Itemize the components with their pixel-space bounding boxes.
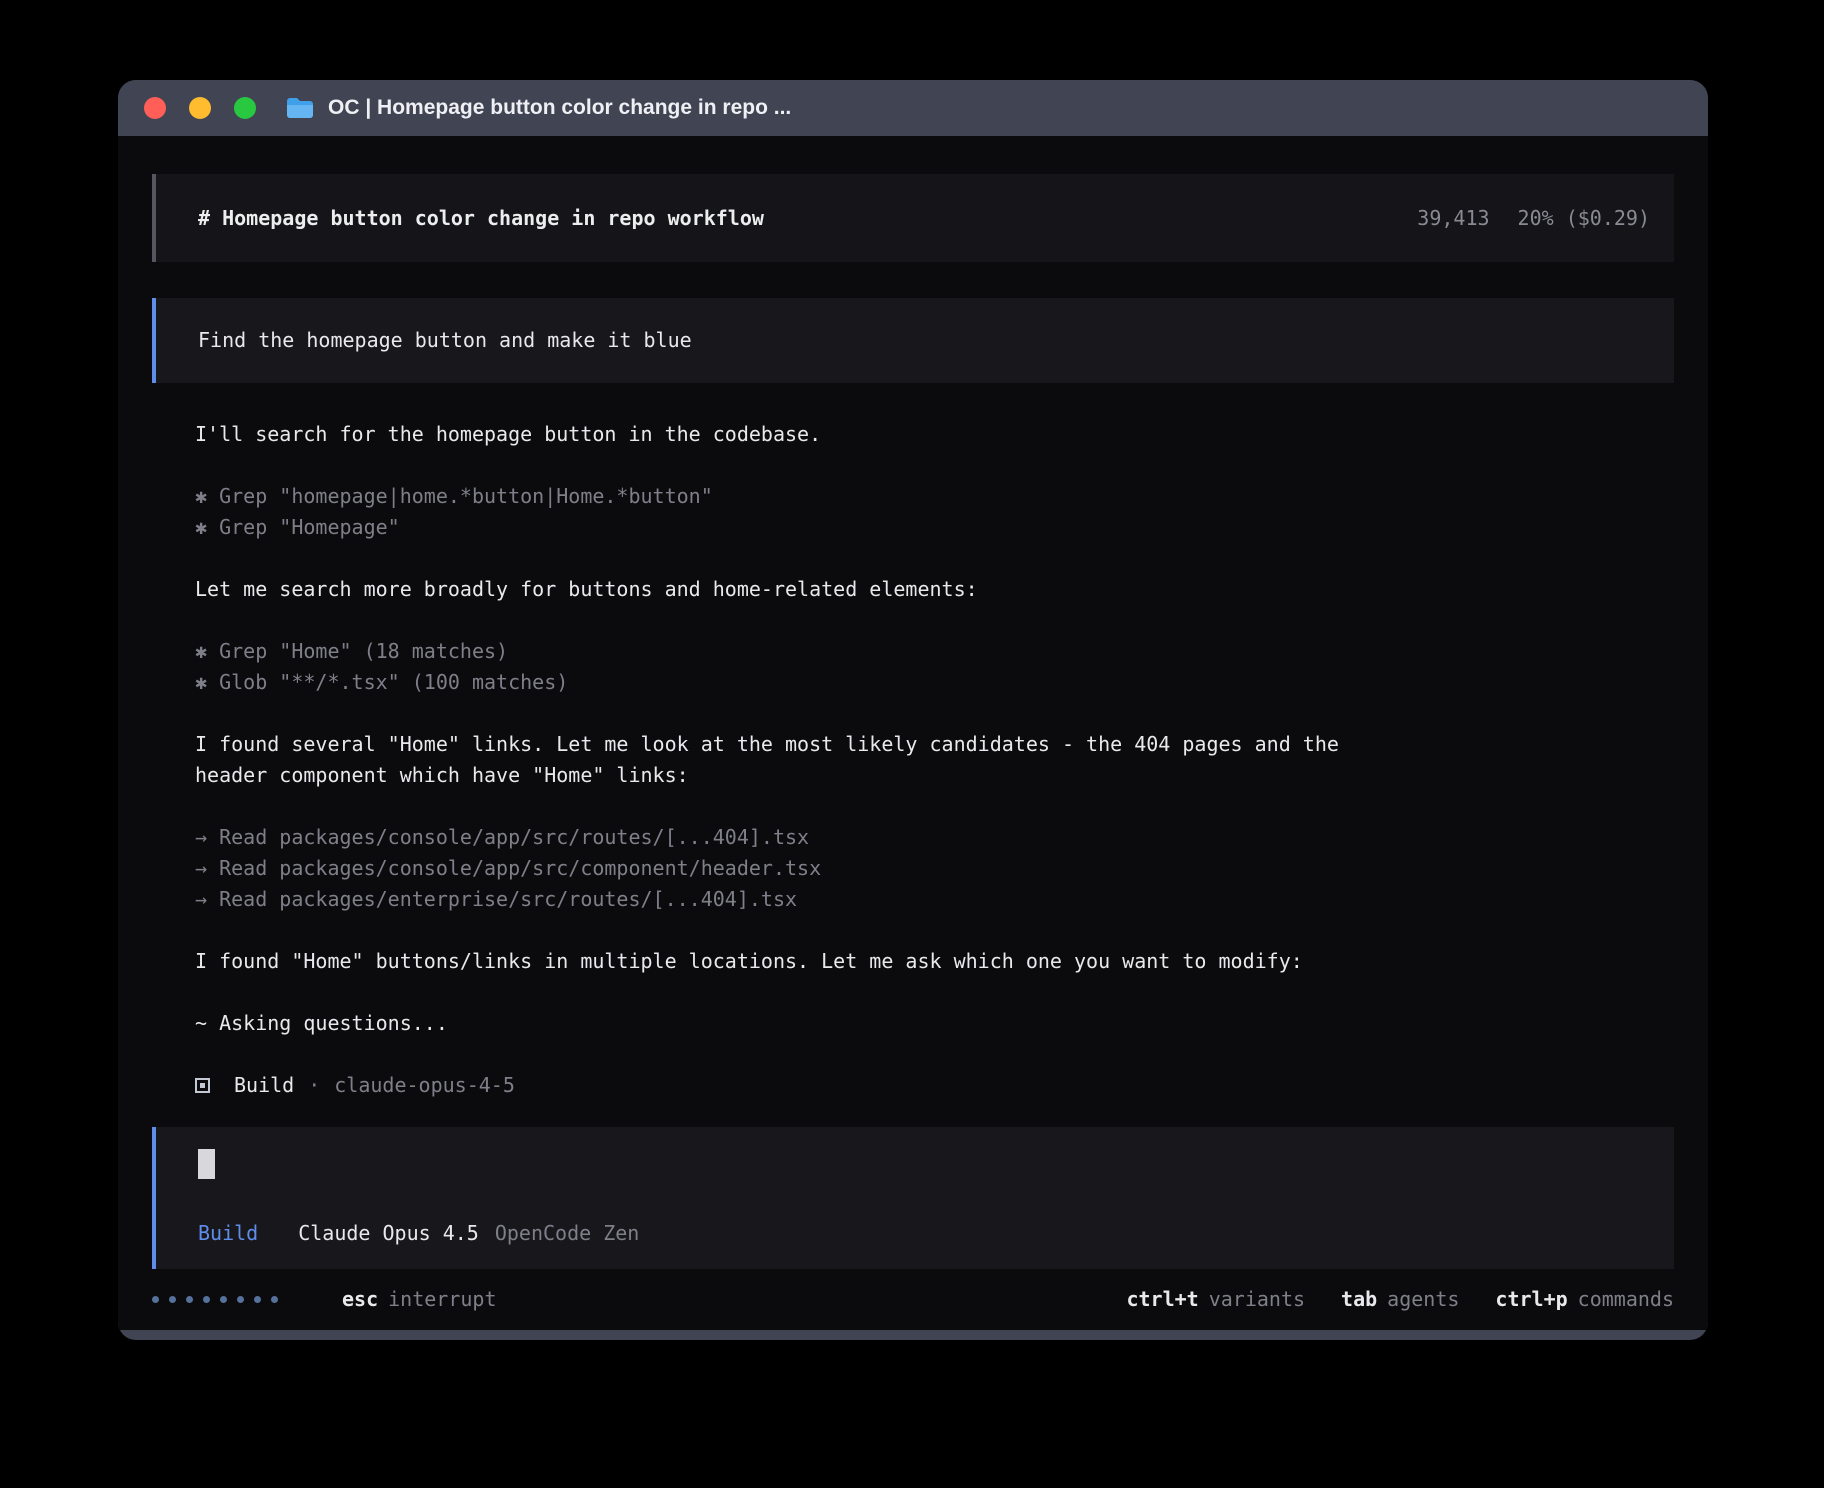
spinner-dot — [254, 1296, 261, 1303]
transcript-line: I found several "Home" links. Let me loo… — [195, 729, 1674, 760]
tool-call-group: → Read packages/console/app/src/routes/[… — [195, 822, 1674, 915]
transcript-line: Let me search more broadly for buttons a… — [195, 574, 1674, 605]
user-message-text: Find the homepage button and make it blu… — [198, 325, 692, 356]
tool-call-group: ✱ Grep "Home" (18 matches) ✱ Glob "**/*.… — [195, 636, 1674, 698]
status-bar: esc interrupt ctrl+t variants tab agents… — [152, 1269, 1674, 1330]
folder-icon — [286, 97, 314, 119]
user-message: Find the homepage button and make it blu… — [152, 298, 1674, 383]
agent-status-line: Build · claude-opus-4-5 — [152, 1070, 1674, 1101]
shortcut-commands: ctrl+p commands — [1495, 1284, 1674, 1315]
window-title: OC | Homepage button color change in rep… — [328, 96, 791, 120]
input-provider-label: OpenCode Zen — [495, 1218, 640, 1249]
spinner-dot — [271, 1296, 278, 1303]
spinner-dot — [186, 1296, 193, 1303]
session-meta: 39,413 20% ($0.29) — [1417, 203, 1650, 234]
zoom-button[interactable] — [234, 97, 256, 119]
assistant-message: Let me search more broadly for buttons a… — [195, 574, 1674, 605]
agent-name: Build — [234, 1070, 294, 1101]
agent-status-icon — [195, 1078, 210, 1093]
minimize-button[interactable] — [189, 97, 211, 119]
prompt-input[interactable]: Build Claude Opus 4.5 OpenCode Zen — [152, 1127, 1674, 1269]
traffic-lights — [144, 97, 256, 119]
tool-call-line: ✱ Grep "Homepage" — [195, 512, 1674, 543]
shortcut-key: ctrl+t — [1126, 1284, 1198, 1315]
shortcut-key: tab — [1341, 1284, 1377, 1315]
close-button[interactable] — [144, 97, 166, 119]
context-cost: 20% ($0.29) — [1518, 203, 1650, 234]
input-meta: Build Claude Opus 4.5 OpenCode Zen — [198, 1218, 1650, 1249]
shortcut-label: agents — [1387, 1284, 1459, 1315]
tool-call-line: ✱ Grep "Home" (18 matches) — [195, 636, 1674, 667]
spinner-dot — [237, 1296, 244, 1303]
window-titlebar[interactable]: OC | Homepage button color change in rep… — [118, 80, 1708, 136]
tool-call-group: ✱ Grep "homepage|home.*button|Home.*butt… — [195, 481, 1674, 543]
shortcut-interrupt: esc interrupt — [342, 1284, 497, 1315]
assistant-message: I'll search for the homepage button in t… — [195, 419, 1674, 450]
conversation-transcript: I'll search for the homepage button in t… — [152, 419, 1674, 1070]
token-count: 39,413 — [1417, 203, 1489, 234]
spinner-dots — [152, 1296, 278, 1303]
input-agent-label[interactable]: Build — [198, 1218, 258, 1249]
shortcut-label: interrupt — [388, 1284, 496, 1315]
assistant-message: I found "Home" buttons/links in multiple… — [195, 946, 1674, 977]
tool-call-line: → Read packages/console/app/src/componen… — [195, 853, 1674, 884]
transcript-line: ~ Asking questions... — [195, 1008, 1674, 1039]
spinner-dot — [152, 1296, 159, 1303]
terminal-window: OC | Homepage button color change in rep… — [118, 80, 1708, 1340]
shortcut-agents: tab agents — [1341, 1284, 1459, 1315]
session-header: # Homepage button color change in repo w… — [152, 174, 1674, 262]
shortcut-group: ctrl+t variants tab agents ctrl+p comman… — [1126, 1284, 1674, 1315]
input-model-label: Claude Opus 4.5 — [298, 1218, 479, 1249]
agent-separator: · — [308, 1070, 320, 1101]
assistant-message: I found several "Home" links. Let me loo… — [195, 729, 1674, 791]
tool-call-line: → Read packages/console/app/src/routes/[… — [195, 822, 1674, 853]
transcript-line: I'll search for the homepage button in t… — [195, 419, 1674, 450]
spinner-dot — [220, 1296, 227, 1303]
assistant-message: ~ Asking questions... — [195, 1008, 1674, 1039]
shortcut-label: commands — [1578, 1284, 1674, 1315]
text-cursor — [198, 1149, 215, 1179]
transcript-line: I found "Home" buttons/links in multiple… — [195, 946, 1674, 977]
shortcut-key: ctrl+p — [1495, 1284, 1567, 1315]
spinner-dot — [169, 1296, 176, 1303]
tool-call-line: → Read packages/enterprise/src/routes/[.… — [195, 884, 1674, 915]
tool-call-line: ✱ Glob "**/*.tsx" (100 matches) — [195, 667, 1674, 698]
spinner-dot — [203, 1296, 210, 1303]
transcript-line: header component which have "Home" links… — [195, 760, 1674, 791]
agent-model: claude-opus-4-5 — [334, 1070, 515, 1101]
shortcut-key: esc — [342, 1284, 378, 1315]
tool-call-line: ✱ Grep "homepage|home.*button|Home.*butt… — [195, 481, 1674, 512]
terminal-content: # Homepage button color change in repo w… — [118, 136, 1708, 1330]
shortcut-variants: ctrl+t variants — [1126, 1284, 1305, 1315]
session-title: # Homepage button color change in repo w… — [198, 203, 764, 234]
shortcut-label: variants — [1209, 1284, 1305, 1315]
